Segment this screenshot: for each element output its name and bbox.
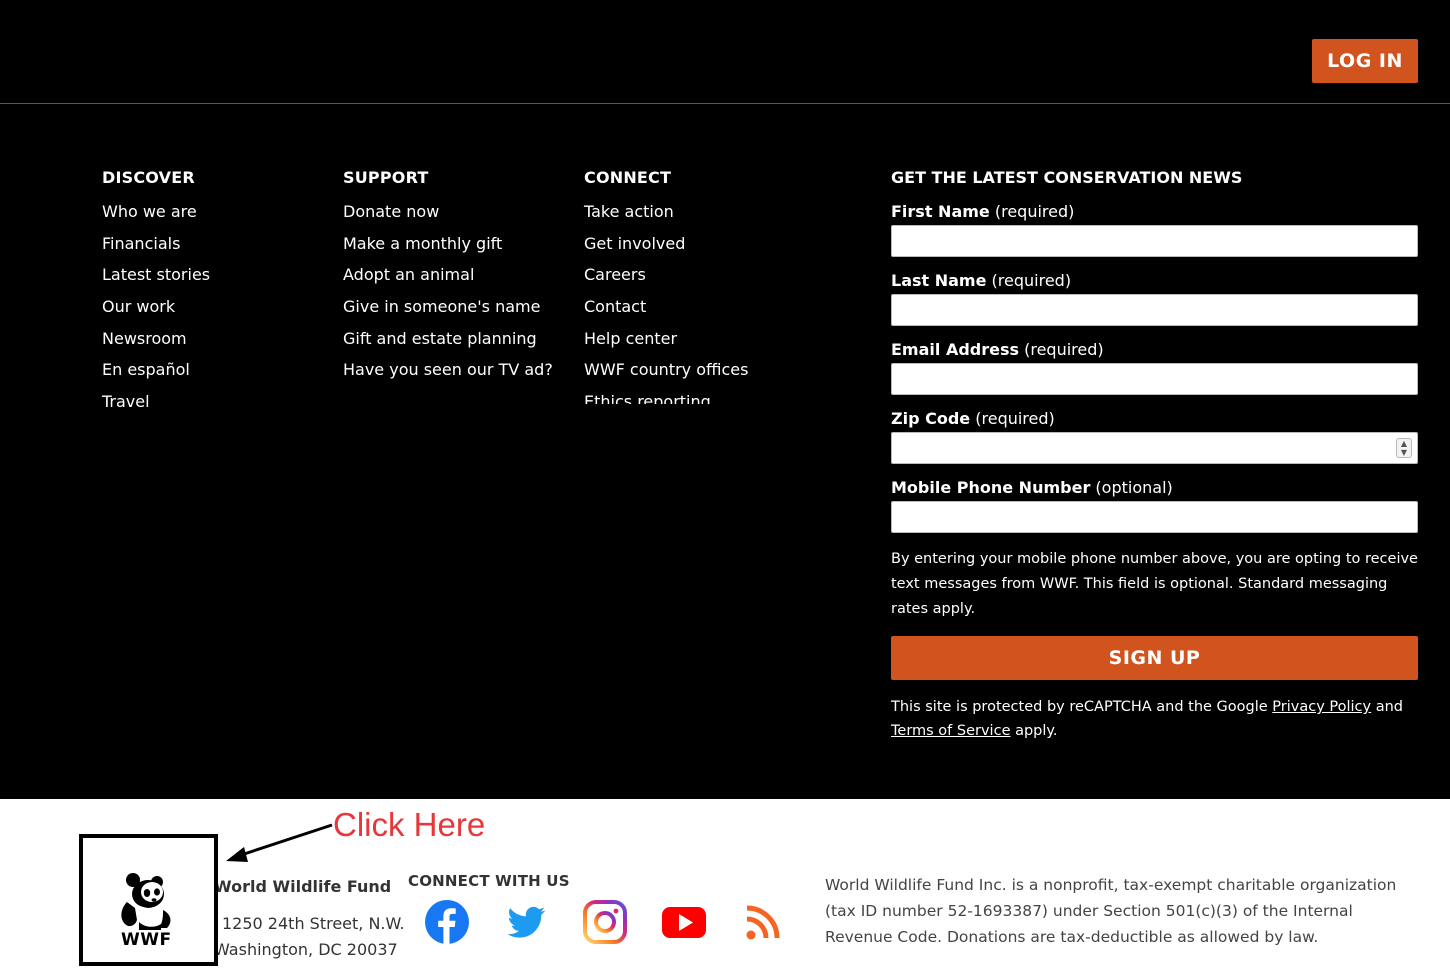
- discover-link-newsroom[interactable]: Newsroom: [102, 329, 210, 348]
- connect-link-careers[interactable]: Careers: [584, 265, 748, 284]
- support-link-donate[interactable]: Donate now: [343, 202, 553, 221]
- org-city-address: Washington, DC 20037: [214, 940, 398, 959]
- support-link-tv-ad[interactable]: Have you seen our TV ad?: [343, 360, 553, 379]
- twitter-icon[interactable]: [503, 899, 549, 945]
- phone-input[interactable]: [891, 501, 1418, 533]
- support-link-adopt-animal[interactable]: Adopt an animal: [343, 265, 553, 284]
- recaptcha-and: and: [1371, 699, 1404, 715]
- first-name-label-text: First Name: [891, 202, 990, 221]
- discover-list: Who we are Financials Latest stories Our…: [102, 202, 210, 411]
- connect-link-contact[interactable]: Contact: [584, 297, 748, 316]
- first-name-label: First Name (required): [891, 202, 1418, 221]
- instagram-icon[interactable]: [582, 899, 628, 945]
- callout-arrow-icon: [226, 823, 333, 862]
- discover-link-financials[interactable]: Financials: [102, 234, 210, 253]
- footer: World Wildlife Fund 1250 24th Street, N.…: [0, 799, 1450, 969]
- recaptcha-notice: This site is protected by reCAPTCHA and …: [891, 695, 1418, 743]
- support-link-give-in-name[interactable]: Give in someone's name: [343, 297, 553, 316]
- login-button[interactable]: LOG IN: [1312, 39, 1418, 83]
- wwf-logo-text: WWF: [121, 930, 172, 950]
- connect-link-country-offices[interactable]: WWF country offices: [584, 360, 748, 379]
- discover-link-travel[interactable]: Travel: [102, 392, 210, 411]
- legal-notice: World Wildlife Fund Inc. is a nonprofit,…: [825, 876, 1397, 946]
- connect-link-get-involved[interactable]: Get involved: [584, 234, 748, 253]
- last-name-label-text: Last Name: [891, 271, 987, 290]
- connect-link-ethics-reporting[interactable]: Ethics reporting: [584, 392, 748, 404]
- email-label-text: Email Address: [891, 340, 1020, 359]
- zip-input[interactable]: ▲ ▼: [891, 432, 1418, 464]
- facebook-icon[interactable]: [424, 899, 470, 945]
- privacy-policy-link[interactable]: Privacy Policy: [1272, 699, 1371, 715]
- connect-with-us-heading: CONNECT WITH US: [408, 872, 570, 890]
- support-column: SUPPORT Donate now Make a monthly gift A…: [343, 168, 553, 392]
- org-street-address: 1250 24th Street, N.W.: [222, 914, 405, 933]
- connect-heading: CONNECT: [584, 168, 672, 187]
- newsletter-heading: GET THE LATEST CONSERVATION NEWS: [891, 168, 1243, 187]
- last-name-label: Last Name (required): [891, 271, 1418, 290]
- first-name-input[interactable]: [891, 225, 1418, 257]
- phone-label-text: Mobile Phone Number: [891, 478, 1091, 497]
- support-link-monthly-gift[interactable]: Make a monthly gift: [343, 234, 553, 253]
- connect-link-help-center[interactable]: Help center: [584, 329, 748, 348]
- discover-link-latest-stories[interactable]: Latest stories: [102, 265, 210, 284]
- discover-heading: DISCOVER: [102, 168, 195, 187]
- email-input[interactable]: [891, 363, 1418, 395]
- newsletter-form: GET THE LATEST CONSERVATION NEWS First N…: [891, 168, 1418, 743]
- connect-link-take-action[interactable]: Take action: [584, 202, 748, 221]
- sms-disclaimer: By entering your mobile phone number abo…: [891, 551, 1418, 617]
- last-name-required-note: (required): [991, 271, 1072, 290]
- support-heading: SUPPORT: [343, 168, 429, 187]
- zip-label-text: Zip Code: [891, 409, 971, 428]
- discover-link-who-we-are[interactable]: Who we are: [102, 202, 210, 221]
- email-label: Email Address (required): [891, 340, 1418, 359]
- last-name-input[interactable]: [891, 294, 1418, 326]
- rss-icon[interactable]: [740, 899, 786, 945]
- support-list: Donate now Make a monthly gift Adopt an …: [343, 202, 553, 379]
- top-bar: LOG IN: [0, 0, 1450, 104]
- number-spinner-icon[interactable]: ▲ ▼: [1396, 438, 1412, 458]
- sign-up-button[interactable]: SIGN UP: [891, 636, 1418, 680]
- org-name: World Wildlife Fund: [214, 877, 392, 896]
- phone-label: Mobile Phone Number (optional): [891, 478, 1418, 497]
- recaptcha-suffix: apply.: [1010, 723, 1058, 739]
- recaptcha-prefix: This site is protected by reCAPTCHA and …: [891, 699, 1273, 715]
- zip-label: Zip Code (required): [891, 409, 1418, 428]
- first-name-required-note: (required): [994, 202, 1075, 221]
- click-here-callout: Click Here: [333, 806, 486, 843]
- connect-column: CONNECT Take action Get involved Careers…: [584, 168, 748, 417]
- email-required-note: (required): [1024, 340, 1104, 359]
- connect-list: Take action Get involved Careers Contact…: [584, 202, 748, 404]
- youtube-icon[interactable]: [661, 899, 707, 945]
- discover-link-en-espanol[interactable]: En español: [102, 360, 210, 379]
- phone-optional-note: (optional): [1095, 478, 1173, 497]
- support-link-gift-estate[interactable]: Gift and estate planning: [343, 329, 553, 348]
- wwf-logo-link[interactable]: WWF: [79, 834, 218, 966]
- discover-column: DISCOVER Who we are Financials Latest st…: [102, 168, 210, 424]
- terms-of-service-link[interactable]: Terms of Service: [891, 723, 1010, 739]
- discover-link-our-work[interactable]: Our work: [102, 297, 210, 316]
- zip-required-note: (required): [975, 409, 1055, 428]
